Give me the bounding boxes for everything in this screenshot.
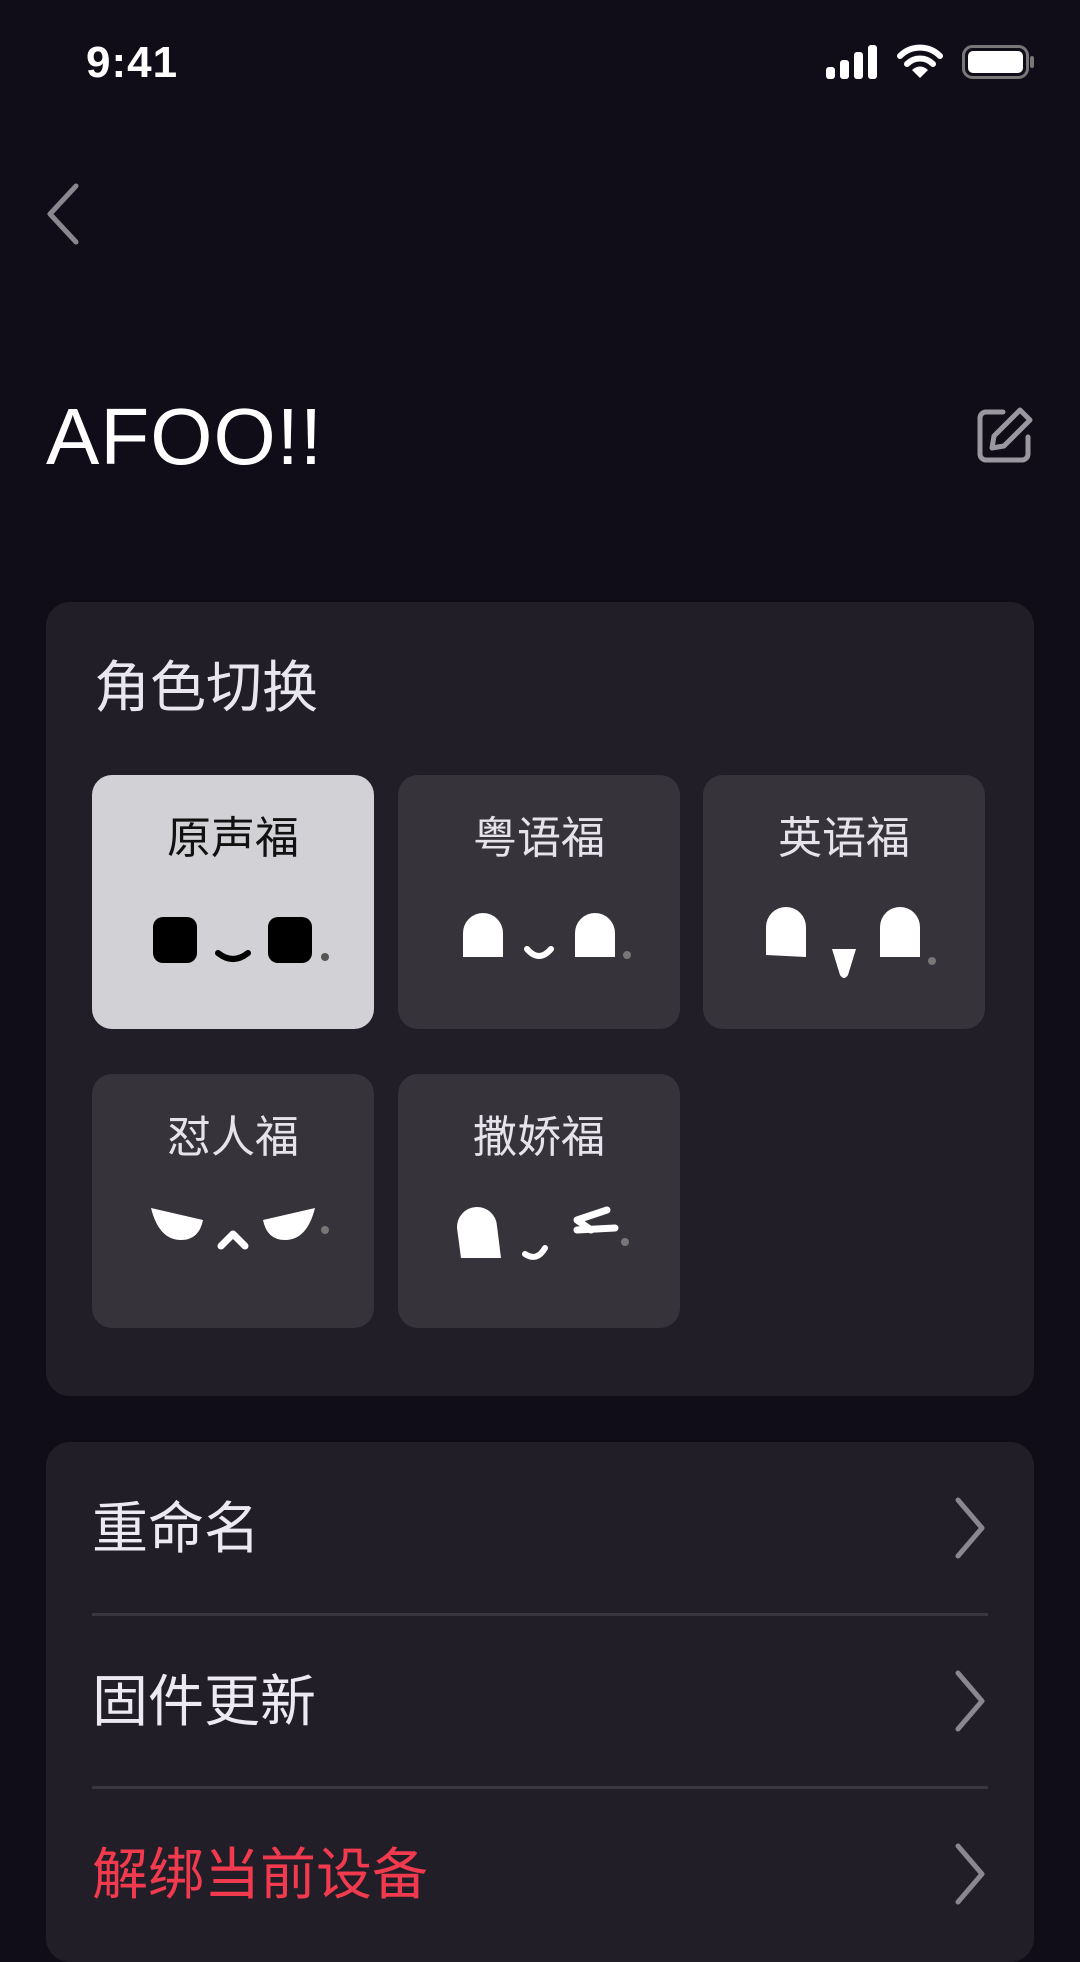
menu-item-label: 重命名 [92,1497,260,1562]
role-tile-label: 英语福 [778,813,910,864]
page-title: AFOO!! [46,392,324,481]
menu-item-label: 固件更新 [92,1670,316,1735]
menu-item-firmware-update[interactable]: 固件更新 [92,1615,988,1787]
role-switch-card: 角色切换 原声福 粤语福 英语福 怼人福 撒娇福 [46,602,1034,1396]
chevron-right-icon [955,1497,985,1559]
status-time: 9:41 [86,38,179,87]
role-tile-sassy[interactable]: 怼人福 [92,1074,374,1328]
menu-item-rename[interactable]: 重命名 [92,1442,988,1614]
face-annoyed-icon [151,1208,329,1250]
status-icons [826,44,1036,80]
chevron-right-icon [955,1670,985,1732]
edit-icon [977,407,1033,463]
battery-icon [962,45,1034,79]
status-bar: 9:41 [0,0,1080,130]
chevron-left-icon [47,183,79,245]
face-calm-icon [153,917,329,963]
wifi-icon [897,44,943,78]
role-tile-original[interactable]: 原声福 [92,775,374,1029]
settings-menu-card: 重命名 固件更新 解绑当前设备 [46,1442,1034,1962]
cellular-signal-icon [826,45,877,79]
role-tile-label: 怼人福 [167,1112,299,1163]
role-switch-title: 角色切换 [94,656,318,721]
role-tile-label: 原声福 [167,813,299,864]
role-tile-label: 粤语福 [473,813,605,864]
role-tile-cantonese[interactable]: 粤语福 [398,775,680,1029]
role-tile-english[interactable]: 英语福 [703,775,985,1029]
back-button[interactable] [40,176,110,252]
face-tooth-icon [766,907,936,978]
role-tile-cute[interactable]: 撒娇福 [398,1074,680,1328]
edit-name-button[interactable] [976,406,1034,464]
menu-item-unbind-device[interactable]: 解绑当前设备 [92,1788,988,1960]
role-tile-label: 撒娇福 [473,1112,605,1163]
face-wink-icon [456,1206,629,1260]
chevron-right-icon [955,1843,985,1905]
menu-item-label: 解绑当前设备 [92,1843,428,1908]
face-smile-icon [463,913,631,959]
